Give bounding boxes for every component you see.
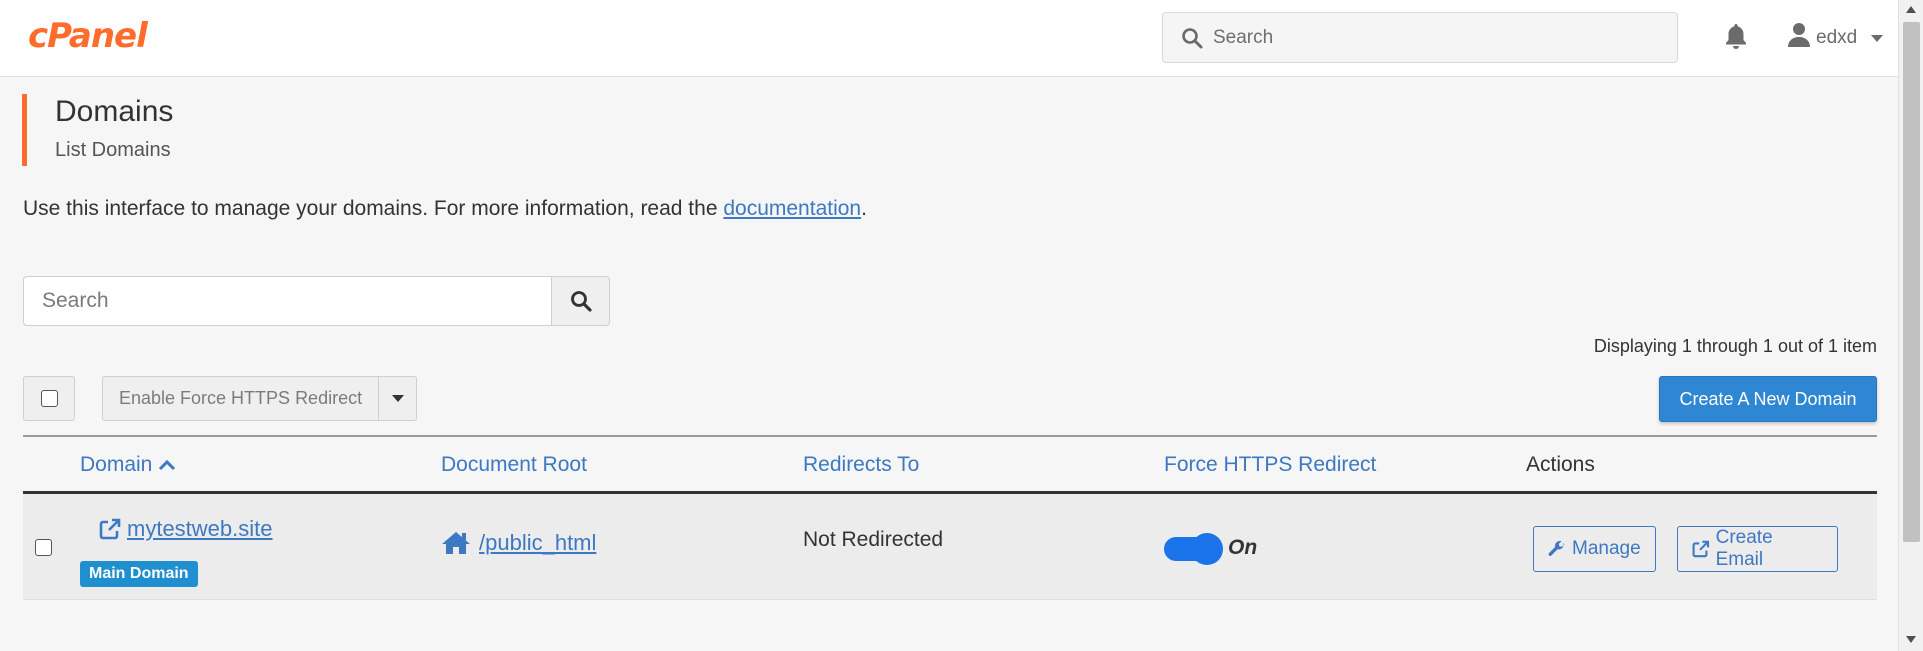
page-scrollbar[interactable]: [1898, 0, 1923, 651]
column-header-domain[interactable]: Domain: [80, 453, 176, 477]
global-search[interactable]: [1162, 12, 1678, 63]
scroll-up-arrow-icon[interactable]: [1906, 6, 1916, 13]
column-header-force-https[interactable]: Force HTTPS Redirect: [1164, 453, 1376, 477]
enable-force-https-button[interactable]: Enable Force HTTPS Redirect: [102, 376, 380, 421]
bulk-action-group: Enable Force HTTPS Redirect: [102, 376, 418, 421]
pagination-summary: Displaying 1 through 1 out of 1 item: [1593, 336, 1877, 356]
column-label-domain: Domain: [80, 453, 153, 476]
toggle-knob: [1191, 533, 1223, 565]
domain-search-input[interactable]: [23, 276, 552, 326]
intro-text: Use this interface to manage your domain…: [23, 196, 867, 222]
search-icon: [1181, 27, 1203, 54]
document-root-link[interactable]: /public_html: [441, 530, 596, 556]
notifications-bell-icon[interactable]: [1724, 22, 1748, 55]
table-header: Domain Document Root Redirects To Force …: [23, 435, 1877, 494]
intro-sentence: Use this interface to manage your domain…: [23, 197, 724, 220]
create-email-label: Create Email: [1715, 527, 1773, 570]
manage-button[interactable]: Manage: [1533, 526, 1656, 572]
force-https-toggle[interactable]: [1164, 533, 1223, 565]
table-row: mytestweb.site Main Domain /public_html …: [23, 494, 1877, 600]
caret-down-icon: [391, 395, 404, 402]
column-header-redirects-to[interactable]: Redirects To: [803, 453, 919, 477]
username: edxd: [1816, 27, 1858, 48]
external-link-icon: [1692, 540, 1710, 558]
domain-name: mytestweb.site: [127, 516, 273, 541]
manage-label: Manage: [1572, 538, 1641, 559]
search-icon: [570, 291, 592, 312]
redirect-status: Not Redirected: [803, 528, 944, 551]
page-title: Domains: [55, 95, 174, 128]
global-search-input[interactable]: [1213, 22, 1653, 54]
intro-end: .: [861, 197, 867, 220]
document-root-path: /public_html: [479, 530, 597, 555]
scroll-down-arrow-icon[interactable]: [1906, 636, 1916, 643]
sort-ascending-icon: [158, 453, 176, 477]
external-link-icon: [99, 518, 121, 540]
select-all-button[interactable]: [23, 376, 75, 421]
select-all-checkbox[interactable]: [40, 390, 58, 407]
top-bar: cPanel edxd: [0, 0, 1898, 77]
domains-table: Domain Document Root Redirects To Force …: [23, 435, 1877, 600]
column-header-document-root[interactable]: Document Root: [441, 453, 587, 477]
page-header: Domains List Domains: [22, 94, 173, 166]
page-subtitle: List Domains: [55, 139, 171, 161]
domain-search: [23, 276, 610, 326]
force-https-state: On: [1228, 536, 1258, 559]
domain-link[interactable]: mytestweb.site: [99, 516, 273, 542]
wrench-icon: [1548, 540, 1565, 556]
user-menu[interactable]: edxd: [1788, 22, 1884, 54]
column-header-actions: Actions: [1526, 453, 1595, 476]
row-checkbox[interactable]: [35, 539, 52, 556]
create-email-button[interactable]: Create Email: [1677, 526, 1838, 572]
scrollbar-thumb[interactable]: [1903, 22, 1920, 542]
user-icon: [1788, 22, 1810, 54]
chevron-down-icon: [1871, 34, 1884, 42]
documentation-link[interactable]: documentation: [723, 197, 861, 220]
bulk-action-dropdown-toggle[interactable]: [379, 376, 418, 421]
home-icon: [442, 532, 470, 554]
create-new-domain-button[interactable]: Create A New Domain: [1659, 376, 1877, 422]
domain-search-button[interactable]: [552, 276, 610, 326]
main-domain-badge: Main Domain: [80, 561, 198, 587]
cpanel-logo[interactable]: cPanel: [28, 16, 148, 56]
